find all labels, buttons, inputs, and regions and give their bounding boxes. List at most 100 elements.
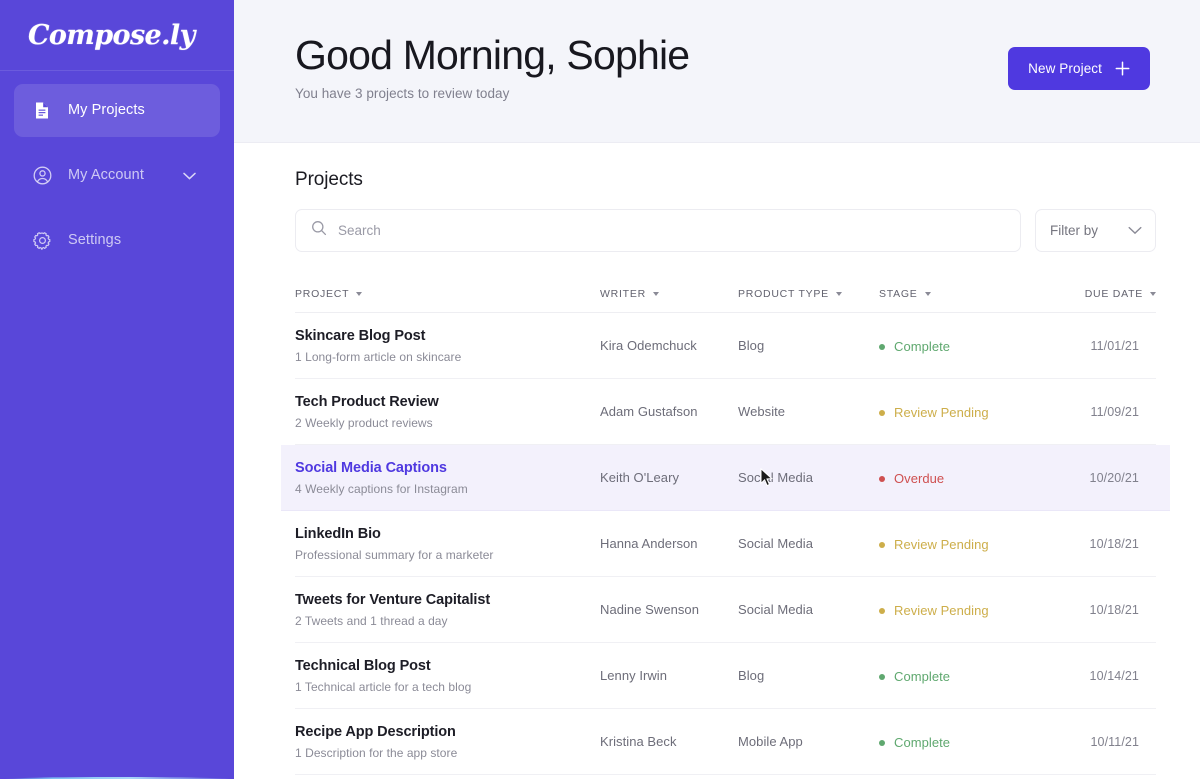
column-header-due-date[interactable]: DUE DATE [1069, 288, 1156, 300]
filter-by-label: Filter by [1050, 223, 1099, 238]
table-row[interactable]: Tweets for Venture Capitalist 2 Tweets an… [295, 577, 1156, 643]
table-body: Skincare Blog Post 1 Long-form article on… [281, 313, 1170, 775]
cell-due-date: 11/01/21 [1069, 339, 1156, 353]
table-header-row: PROJECT WRITER PRODUCT TYPE STAGE DUE DA… [295, 276, 1156, 313]
cell-product-type: Mobile App [738, 734, 803, 749]
project-title: Technical Blog Post [295, 658, 431, 675]
cell-product-type: Social Media [738, 602, 814, 617]
column-header-product-type[interactable]: PRODUCT TYPE [738, 288, 879, 300]
table-controls: Filter by [295, 209, 1156, 252]
column-header-label: WRITER [600, 288, 646, 300]
cell-writer: Hanna Anderson [600, 536, 698, 551]
cell-due-date: 11/09/21 [1069, 405, 1156, 419]
sidebar: Compose.ly My Projects My Account Settin… [0, 0, 234, 779]
logo[interactable]: Compose.ly [0, 0, 234, 779]
cell-stage: Complete [879, 733, 1069, 751]
cell-project[interactable]: LinkedIn Bio Professional summary for a m… [295, 525, 600, 561]
project-title: Tech Product Review [295, 394, 439, 411]
status-badge: Complete [879, 735, 950, 750]
cell-product-type: Social Media [738, 470, 814, 485]
cell-writer: Nadine Swenson [600, 602, 699, 617]
status-badge: Complete [879, 669, 950, 684]
cell-due-date: 10/18/21 [1069, 537, 1156, 551]
status-badge: Review Pending [879, 405, 989, 420]
search-input[interactable] [338, 223, 1005, 238]
project-description: 2 Weekly product reviews [295, 415, 433, 430]
status-label: Review Pending [894, 537, 989, 552]
column-header-label: PRODUCT TYPE [738, 288, 829, 300]
column-header-writer[interactable]: WRITER [600, 288, 738, 300]
sidebar-item-label: My Account [68, 167, 144, 184]
main-content: Good Morning, Sophie You have 3 projects… [234, 0, 1200, 779]
greeting-block: Good Morning, Sophie You have 3 projects… [295, 0, 690, 101]
status-label: Complete [894, 735, 951, 750]
project-description: 2 Tweets and 1 thread a day [295, 613, 448, 628]
cell-project[interactable]: Social Media Captions 4 Weekly captions f… [295, 459, 600, 495]
cell-due-date: 10/20/21 [1069, 471, 1156, 485]
project-title: Recipe App Description [295, 724, 456, 741]
sort-caret-icon [1150, 292, 1156, 296]
cell-stage: Complete [879, 667, 1069, 685]
due-date-value: 11/09/21 [1090, 404, 1139, 419]
section-title: Projects [295, 169, 363, 190]
cell-due-date: 10/11/21 [1069, 735, 1156, 749]
cell-stage: Complete [879, 337, 1069, 355]
table-row[interactable]: LinkedIn Bio Professional summary for a m… [295, 511, 1156, 577]
status-badge: Complete [879, 339, 950, 354]
cell-product-type: Blog [738, 668, 765, 683]
top-header-bar: Good Morning, Sophie You have 3 projects… [234, 0, 1200, 143]
cell-writer: Adam Gustafson [600, 404, 698, 419]
sort-caret-icon [924, 292, 931, 296]
cell-project[interactable]: Technical Blog Post 1 Technical article f… [295, 657, 600, 693]
status-dot-icon [879, 673, 885, 680]
due-date-value: 11/01/21 [1090, 338, 1139, 353]
filter-by-dropdown[interactable]: Filter by [1035, 209, 1156, 252]
cell-writer: Kristina Beck [600, 734, 677, 749]
status-label: Review Pending [894, 603, 989, 618]
column-header-label: DUE DATE [1084, 288, 1143, 300]
new-project-button-label: New Project [1028, 61, 1102, 76]
sidebar-item-my-projects[interactable]: My Projects [14, 84, 220, 137]
search-box[interactable] [295, 209, 1021, 252]
due-date-value: 10/11/21 [1090, 734, 1139, 749]
cell-project[interactable]: Skincare Blog Post 1 Long-form article on… [295, 327, 600, 363]
column-header-project[interactable]: PROJECT [295, 288, 600, 300]
cell-product-type: Blog [738, 338, 765, 353]
cell-project[interactable]: Tweets for Venture Capitalist 2 Tweets an… [295, 591, 600, 627]
table-row[interactable]: Social Media Captions 4 Weekly captions f… [281, 445, 1170, 511]
status-dot-icon [879, 343, 885, 350]
cell-writer: Kira Odemchuck [600, 338, 697, 353]
due-date-value: 10/14/21 [1089, 668, 1139, 683]
table-row[interactable]: Technical Blog Post 1 Technical article f… [295, 643, 1156, 709]
greeting-subtitle: You have 3 projects to review today [295, 85, 510, 101]
project-description: 1 Technical article for a tech blog [295, 679, 472, 694]
table-row[interactable]: Tech Product Review 2 Weekly product revi… [295, 379, 1156, 445]
cell-project[interactable]: Tech Product Review 2 Weekly product revi… [295, 393, 600, 429]
sidebar-item-label: Settings [68, 232, 122, 249]
new-project-button[interactable]: New Project [1008, 47, 1150, 90]
cell-product-type: Social Media [738, 536, 814, 551]
status-dot-icon [879, 607, 885, 614]
page-title: Good Morning, Sophie [295, 32, 690, 78]
sidebar-item-my-account[interactable]: My Account [14, 149, 220, 202]
user-circle-icon [32, 166, 52, 186]
column-header-stage[interactable]: STAGE [879, 288, 1069, 300]
cell-due-date: 10/14/21 [1069, 669, 1156, 683]
project-title: LinkedIn Bio [295, 526, 381, 543]
cell-project[interactable]: Recipe App Description 1 Description for … [295, 723, 600, 759]
table-row[interactable]: Skincare Blog Post 1 Long-form article on… [295, 313, 1156, 379]
status-dot-icon [879, 409, 885, 416]
status-dot-icon [879, 739, 885, 746]
table-row[interactable]: Recipe App Description 1 Description for … [295, 709, 1156, 775]
due-date-value: 10/18/21 [1089, 602, 1139, 617]
cell-writer: Lenny Irwin [600, 668, 668, 683]
due-date-value: 10/20/21 [1089, 470, 1139, 485]
project-description: 1 Description for the app store [295, 745, 458, 760]
sort-caret-icon [356, 292, 363, 296]
status-badge: Review Pending [879, 603, 989, 618]
cell-stage: Overdue [879, 469, 1069, 487]
sidebar-item-settings[interactable]: Settings [14, 214, 220, 267]
chevron-down-icon[interactable] [182, 169, 196, 183]
